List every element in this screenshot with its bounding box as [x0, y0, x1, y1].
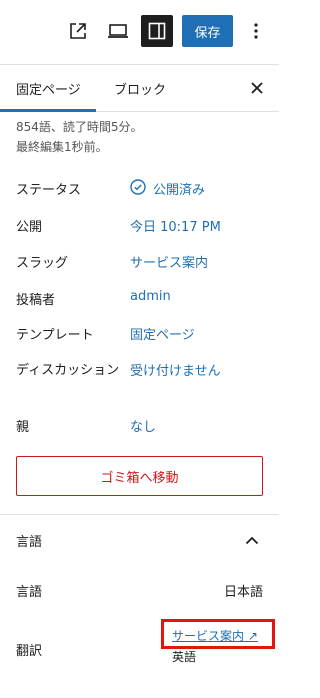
- move-to-trash-button[interactable]: ゴミ箱へ移動: [16, 456, 263, 496]
- published-check-icon: [130, 179, 146, 195]
- word-count-text: 854語、読了時間5分。: [16, 120, 143, 134]
- panel-divider: [0, 514, 279, 515]
- template-value[interactable]: 固定ページ: [130, 324, 195, 343]
- top-toolbar: 保存: [0, 0, 279, 64]
- sidebar-tabs: 固定ページ ブロック: [0, 64, 279, 112]
- translation-label: 翻訳: [16, 644, 43, 659]
- close-icon[interactable]: [242, 73, 272, 103]
- view-page-external-icon[interactable]: [63, 16, 93, 46]
- template-label: テンプレート: [16, 328, 94, 343]
- last-edited-text: 最終編集1秒前。: [16, 140, 108, 154]
- status-label: ステータス: [16, 183, 82, 198]
- slug-value[interactable]: サービス案内: [130, 252, 208, 271]
- active-tab-indicator: [0, 109, 96, 112]
- parent-label: 親: [16, 420, 30, 435]
- translation-link[interactable]: サービス案内 ↗: [172, 627, 258, 644]
- discussion-label: ディスカッション: [16, 363, 120, 378]
- settings-sidebar-icon[interactable]: [141, 15, 173, 47]
- preview-device-icon[interactable]: [103, 16, 133, 46]
- language-value: 日本語: [223, 585, 263, 600]
- author-value[interactable]: admin: [130, 289, 171, 304]
- tab-page[interactable]: 固定ページ: [16, 65, 81, 112]
- parent-value[interactable]: なし: [130, 416, 156, 435]
- slug-label: スラッグ: [16, 256, 69, 271]
- publish-date-value[interactable]: 今日 10:17 PM: [130, 216, 221, 235]
- translation-language: 英語: [172, 650, 197, 664]
- status-value[interactable]: 公開済み: [153, 179, 205, 198]
- more-options-icon[interactable]: [244, 16, 268, 46]
- save-button[interactable]: 保存: [182, 15, 233, 47]
- publish-label: 公開: [16, 220, 43, 235]
- discussion-value[interactable]: 受け付けません: [130, 360, 221, 379]
- author-label: 投稿者: [16, 293, 56, 308]
- language-panel-title[interactable]: 言語: [16, 531, 42, 550]
- chevron-up-icon[interactable]: [240, 528, 264, 552]
- tab-block[interactable]: ブロック: [114, 65, 166, 112]
- language-label: 言語: [16, 585, 43, 600]
